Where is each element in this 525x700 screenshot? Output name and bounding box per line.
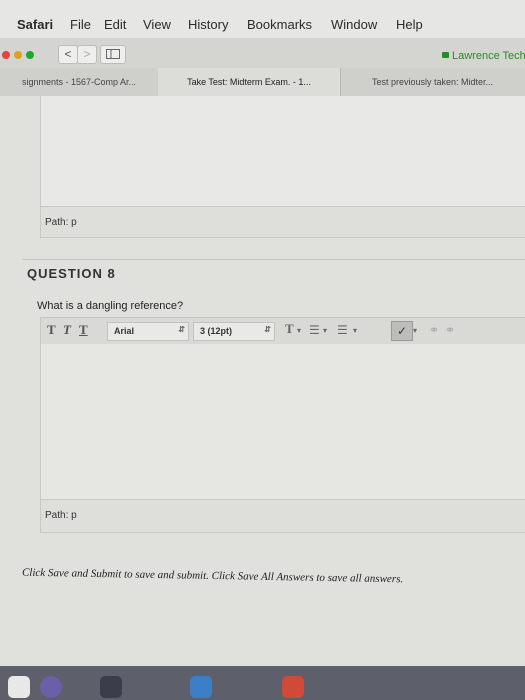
browser-toolbar: < > Lawrence Tech xyxy=(0,38,525,68)
siri-icon[interactable] xyxy=(40,676,62,698)
previous-path-label: Path: p xyxy=(45,217,77,228)
font-size-value: 3 (12pt) xyxy=(200,326,233,336)
launchpad-icon[interactable] xyxy=(100,676,122,698)
font-family-value: Arial xyxy=(114,326,135,336)
ordered-list-icon[interactable]: ☰ xyxy=(309,323,320,337)
previous-answer-editor[interactable] xyxy=(40,96,525,206)
menu-bookmarks[interactable]: Bookmarks xyxy=(247,17,312,32)
dropdown-arrow-icon[interactable]: ▾ xyxy=(353,326,357,335)
question-text: What is a dangling reference? xyxy=(37,300,184,312)
tab-take-test[interactable]: Take Test: Midterm Exam. - 1... xyxy=(158,68,341,96)
link-icon[interactable]: ⚭ xyxy=(429,323,439,337)
dropdown-arrow-icon[interactable]: ▾ xyxy=(297,326,301,335)
lock-icon xyxy=(442,52,449,58)
sidebar-icon xyxy=(106,49,120,59)
answer-editor[interactable] xyxy=(40,344,525,499)
menu-history[interactable]: History xyxy=(188,17,228,32)
page-content: Path: p QUESTION 8 What is a dangling re… xyxy=(0,96,525,700)
answer-path-bar: Path: p xyxy=(40,499,525,533)
question-header: QUESTION 8 xyxy=(27,266,116,281)
dropdown-arrow-icon[interactable]: ▾ xyxy=(323,326,327,335)
menu-help[interactable]: Help xyxy=(396,17,423,32)
forward-button[interactable]: > xyxy=(77,45,97,64)
menu-window[interactable]: Window xyxy=(331,17,377,32)
underline-button[interactable]: T xyxy=(79,322,88,338)
tab-assignments[interactable]: signments - 1567-Comp Ar... xyxy=(0,68,159,96)
bullet-list-icon[interactable]: ☰ xyxy=(337,323,348,337)
menu-view[interactable]: View xyxy=(143,17,171,32)
bold-button[interactable]: T xyxy=(47,322,56,338)
back-button[interactable]: < xyxy=(58,45,78,64)
close-window-button[interactable] xyxy=(2,51,10,59)
select-arrows-icon: ⇵ xyxy=(178,325,185,334)
checkmark-icon: ✓ xyxy=(396,324,408,338)
answer-path-label: Path: p xyxy=(45,510,77,521)
font-size-select[interactable]: 3 (12pt) ⇵ xyxy=(193,322,275,341)
site-name: Lawrence Tech xyxy=(452,50,525,62)
menu-file[interactable]: File xyxy=(70,17,91,32)
select-arrows-icon: ⇵ xyxy=(264,325,271,334)
dock xyxy=(0,666,525,700)
zoom-window-button[interactable] xyxy=(26,51,34,59)
previous-path-bar: Path: p xyxy=(40,206,525,238)
tab-bar: signments - 1567-Comp Ar... Take Test: M… xyxy=(0,68,525,97)
tab-test-previously-taken[interactable]: Test previously taken: Midter... xyxy=(340,68,525,96)
italic-button[interactable]: T xyxy=(63,322,71,338)
text-color-button[interactable]: T xyxy=(285,321,294,337)
font-family-select[interactable]: Arial ⇵ xyxy=(107,322,189,341)
finder-icon[interactable] xyxy=(8,676,30,698)
sidebar-toggle-button[interactable] xyxy=(100,45,126,64)
editor-toolbar: T T T Arial ⇵ 3 (12pt) ⇵ T ▾ ☰ ▾ ☰ ▾ ✓ ▾… xyxy=(40,317,525,345)
address-bar-site[interactable]: Lawrence Tech xyxy=(442,50,525,62)
unlink-icon[interactable]: ⚭ xyxy=(445,323,455,337)
spellcheck-button[interactable]: ✓ xyxy=(391,321,413,341)
dropdown-arrow-icon[interactable]: ▾ xyxy=(413,326,417,335)
submit-instructions: Click Save and Submit to save and submit… xyxy=(21,566,404,586)
calendar-icon[interactable] xyxy=(282,676,304,698)
app-icon[interactable] xyxy=(190,676,212,698)
minimize-window-button[interactable] xyxy=(14,51,22,59)
menu-edit[interactable]: Edit xyxy=(104,17,126,32)
menu-safari[interactable]: Safari xyxy=(17,17,53,32)
question-divider xyxy=(22,259,525,260)
menu-bar: Safari File Edit View History Bookmarks … xyxy=(0,0,525,39)
